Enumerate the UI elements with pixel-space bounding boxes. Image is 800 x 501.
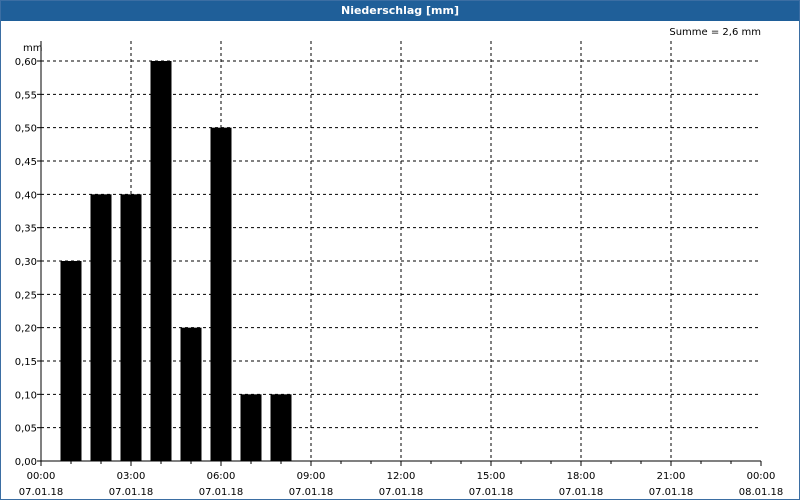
y-tick-label: 0,10 [15,390,37,401]
x-tick-time: 15:00 [477,471,506,482]
x-tick-time: 00:00 [27,471,56,482]
x-tick-time: 18:00 [567,471,596,482]
bar [90,194,112,462]
x-tick-time: 21:00 [657,471,686,482]
x-tick-date: 07.01.18 [289,487,334,498]
bar [150,61,172,461]
x-tick-date: 07.01.18 [379,487,424,498]
y-axis-label: mm [23,43,42,54]
x-tick-time: 12:00 [387,471,416,482]
x-tick-time: 00:00 [747,471,776,482]
y-tick-label: 0,45 [15,157,37,168]
x-tick-time: 09:00 [297,471,326,482]
y-tick-label: 0,25 [15,290,37,301]
bar [210,127,232,462]
bar [60,261,82,461]
y-tick-label: 0,30 [15,257,37,268]
y-tick-label: 0,35 [15,224,37,235]
x-tick-date: 07.01.18 [559,487,604,498]
x-tick-date: 07.01.18 [109,487,154,498]
bar [240,394,262,461]
bar [270,394,292,461]
x-tick-date: 07.01.18 [19,487,64,498]
bar [180,327,202,461]
x-tick-time: 03:00 [117,471,146,482]
x-tick-date: 07.01.18 [469,487,514,498]
y-tick-label: 0,55 [15,90,37,101]
y-tick-label: 0,20 [15,324,37,335]
y-tick-label: 0,00 [15,457,37,468]
bar [120,194,142,462]
y-tick-label: 0,15 [15,357,37,368]
y-tick-label: 0,60 [15,57,37,68]
x-tick-date: 07.01.18 [199,487,244,498]
y-tick-label: 0,50 [15,124,37,135]
chart-window: Niederschlag [mm] Summe = 2,6 mm 0,00 0,0… [0,0,800,500]
y-tick-label: 0,05 [15,424,37,435]
y-tick-label: 0,40 [15,190,37,201]
x-tick-time: 06:00 [207,471,236,482]
x-tick-date: 07.01.18 [649,487,694,498]
precipitation-chart: 0,00 0,05 0,10 0,15 0,20 0,25 0,30 0,35 0,40 0,45… [15,41,784,498]
x-tick-date: 08.01.18 [739,487,784,498]
